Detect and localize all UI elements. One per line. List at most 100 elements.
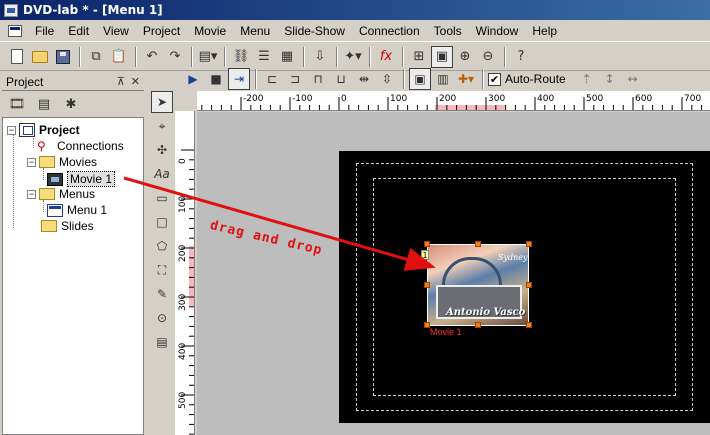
play-button[interactable]: ▶ bbox=[182, 68, 204, 90]
thumbnail-button[interactable]: ▥ bbox=[432, 68, 454, 90]
auto-route-label: Auto-Route bbox=[505, 72, 566, 86]
layers-button[interactable]: ☰ bbox=[253, 46, 275, 68]
align-left-button[interactable]: ⊏ bbox=[261, 68, 283, 90]
copy-button[interactable]: ⧉ bbox=[85, 46, 107, 68]
ruler-tick-label: 700 bbox=[684, 94, 701, 104]
route-horizontal-button[interactable]: ↔ bbox=[622, 68, 644, 90]
collapse-icon[interactable]: − bbox=[27, 157, 36, 167]
align-bottom-button[interactable]: ⊔ bbox=[330, 68, 352, 90]
polygon-tool[interactable]: ⬠ bbox=[151, 235, 173, 257]
document-window-icon[interactable] bbox=[8, 24, 22, 37]
menu-edit[interactable]: Edit bbox=[61, 24, 96, 38]
resize-handle-top-right[interactable] bbox=[526, 241, 532, 247]
tree-label: Project bbox=[39, 123, 80, 137]
menu-project[interactable]: Project bbox=[136, 24, 187, 38]
open-button[interactable] bbox=[29, 46, 51, 68]
resize-handle-bottom-right[interactable] bbox=[526, 322, 532, 328]
crop-tool[interactable]: ⛶ bbox=[151, 259, 173, 281]
tree-item-slides[interactable]: Slides bbox=[41, 219, 94, 233]
node-tool[interactable]: ⌖ bbox=[151, 115, 173, 137]
rectangle-fill-tool[interactable]: ▭ bbox=[151, 187, 173, 209]
tree-item-menu-1[interactable]: Menu 1 bbox=[47, 203, 107, 217]
move-tool[interactable]: ✣ bbox=[151, 139, 173, 161]
link-mode-button[interactable]: ⇥ bbox=[228, 68, 250, 90]
ruler-tick-label: 500 bbox=[178, 392, 188, 409]
resize-handle-top-left[interactable] bbox=[424, 241, 430, 247]
safe-area-button[interactable]: ▣ bbox=[431, 45, 453, 68]
zoom-out-button[interactable]: ⊖ bbox=[477, 46, 499, 68]
menu-movie[interactable]: Movie bbox=[187, 24, 233, 38]
redo-button[interactable]: ↷ bbox=[164, 46, 186, 68]
align-top-icon: ⊓ bbox=[313, 72, 323, 86]
stop-button[interactable]: ■ bbox=[205, 68, 227, 90]
movie-thumbnail-object[interactable]: Sydney Antonio Vasco bbox=[427, 244, 529, 326]
paste-button[interactable]: 📋 bbox=[108, 46, 130, 68]
route-up-button[interactable]: ⇡ bbox=[576, 68, 598, 90]
text-tool[interactable]: Aa bbox=[151, 163, 173, 185]
grid-button[interactable]: ⊞ bbox=[408, 46, 430, 68]
menu-window[interactable]: Window bbox=[469, 24, 526, 38]
layers-icon: ☰ bbox=[258, 49, 270, 64]
frame-icon: ▣ bbox=[414, 72, 426, 86]
add-movie-button[interactable]: 🎞 bbox=[6, 93, 28, 115]
frame-button[interactable]: ▣ bbox=[409, 68, 431, 90]
import-button[interactable]: ⇩ bbox=[309, 46, 331, 68]
menu-view[interactable]: View bbox=[96, 24, 136, 38]
thumbnail-title-text: Sydney bbox=[498, 253, 528, 262]
tree-item-movies[interactable]: − Movies bbox=[27, 155, 97, 169]
save-button[interactable] bbox=[52, 46, 74, 68]
menu-help[interactable]: Help bbox=[525, 24, 564, 38]
layout-dropdown-button[interactable]: ▤▾ bbox=[197, 46, 219, 68]
zoom-in-button[interactable]: ⊕ bbox=[454, 46, 476, 68]
menu-menu[interactable]: Menu bbox=[233, 24, 277, 38]
add-slideshow-button[interactable]: ✱ bbox=[60, 93, 82, 115]
select-tool[interactable]: ➤ bbox=[151, 91, 173, 113]
resize-handle-bottom[interactable] bbox=[475, 322, 481, 328]
menu-connection[interactable]: Connection bbox=[352, 24, 427, 38]
route-vertical-button[interactable]: ↕ bbox=[599, 68, 621, 90]
properties-button[interactable]: ▦ bbox=[276, 46, 298, 68]
target-tool[interactable]: ⊙ bbox=[151, 307, 173, 329]
undo-button[interactable]: ↶ bbox=[141, 46, 163, 68]
close-icon[interactable]: ✕ bbox=[131, 75, 140, 88]
resize-handle-left[interactable] bbox=[424, 282, 430, 288]
collapse-icon[interactable]: − bbox=[27, 189, 36, 199]
text-effect-button[interactable]: fx bbox=[375, 46, 397, 68]
menu-file[interactable]: File bbox=[28, 24, 61, 38]
thumbnail-icon: ▥ bbox=[437, 72, 449, 86]
collapse-icon[interactable]: − bbox=[7, 125, 16, 135]
assets-button[interactable]: ⛓ bbox=[230, 46, 252, 68]
frame-tool[interactable]: ▤ bbox=[151, 331, 173, 353]
resize-handle-right[interactable] bbox=[526, 282, 532, 288]
center-vertical-button[interactable]: ⇳ bbox=[376, 68, 398, 90]
auto-route-checkbox[interactable]: ✔ bbox=[488, 72, 501, 86]
align-left-icon: ⊏ bbox=[266, 72, 278, 86]
color-button[interactable]: ✚▾ bbox=[455, 68, 477, 90]
center-horizontal-button[interactable]: ⇹ bbox=[353, 68, 375, 90]
new-file-button[interactable] bbox=[6, 46, 28, 68]
menu-slide-show[interactable]: Slide-Show bbox=[277, 24, 352, 38]
menu-tools[interactable]: Tools bbox=[427, 24, 469, 38]
resize-handle-bottom-left[interactable] bbox=[424, 322, 430, 328]
align-right-button[interactable]: ⊐ bbox=[284, 68, 306, 90]
align-top-button[interactable]: ⊓ bbox=[307, 68, 329, 90]
tree-label: Slides bbox=[61, 219, 94, 233]
tree-item-movie-1[interactable]: Movie 1 bbox=[47, 171, 116, 187]
tree-label: Menus bbox=[59, 187, 96, 201]
project-panel-title: Project bbox=[6, 74, 44, 89]
rectangle-tool[interactable]: □ bbox=[151, 211, 173, 233]
toolbar-separator bbox=[336, 46, 338, 67]
magic-wand-button[interactable]: ✦▾ bbox=[342, 46, 364, 68]
ruler-tick-label: 0 bbox=[341, 94, 347, 104]
tree-item-connections[interactable]: ⚲ Connections bbox=[37, 139, 124, 153]
tree-item-menus[interactable]: − Menus bbox=[27, 187, 95, 201]
tree-item-project[interactable]: − Project bbox=[7, 123, 80, 137]
resize-handle-top[interactable] bbox=[475, 241, 481, 247]
pin-icon[interactable]: ⊼ bbox=[117, 75, 125, 88]
copy-icon: ⧉ bbox=[91, 49, 101, 64]
help-button[interactable]: ? bbox=[510, 46, 532, 68]
link-mode-icon: ⇥ bbox=[233, 72, 245, 86]
add-menu-button[interactable]: ▤ bbox=[33, 93, 55, 115]
layout-icon: ▤▾ bbox=[198, 49, 218, 64]
pen-tool[interactable]: ✎ bbox=[151, 283, 173, 305]
